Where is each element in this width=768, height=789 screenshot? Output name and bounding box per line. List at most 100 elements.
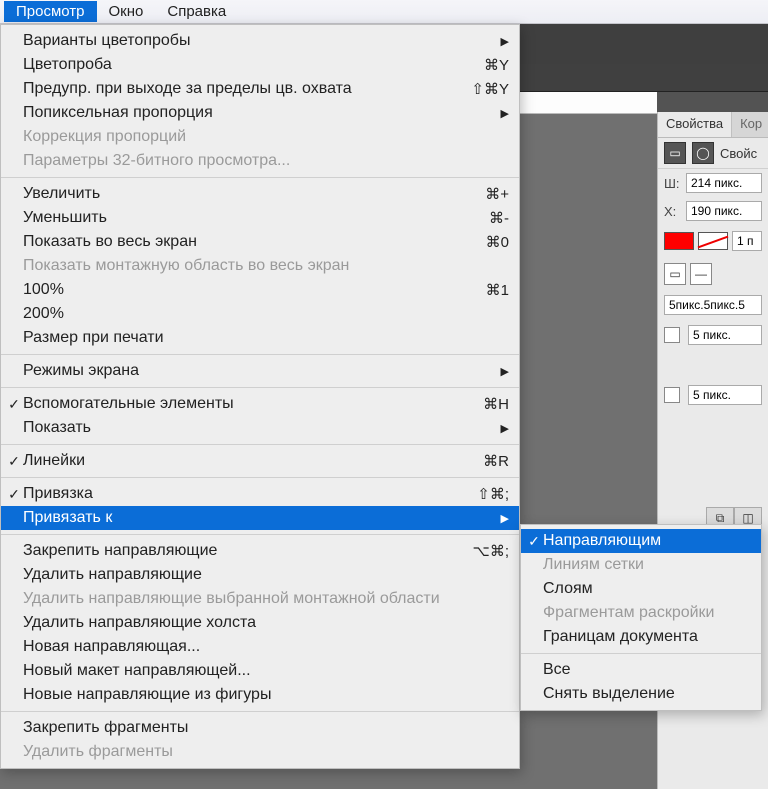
panel-title: Свойс [720,146,757,161]
shortcut: ⌘- [489,209,509,227]
dash-icon[interactable]: — [690,263,712,285]
menu-label: Удалить направляющие [23,566,509,584]
menu-label: Вспомогательные элементы [23,395,471,413]
corner-input-a[interactable] [688,325,762,345]
menu-screen-modes[interactable]: Режимы экрана▶ [1,359,519,383]
submenu-grid: Линиям сетки [521,553,761,577]
menu-clear-artboard-guides: Удалить направляющие выбранной монтажной… [1,587,519,611]
corner-checkbox-b[interactable] [664,387,680,403]
x-label: X: [664,204,682,219]
menu-label: Удалить фрагменты [23,743,509,761]
submenu-arrow-icon: ▶ [501,365,509,378]
menu-label: Все [543,661,751,679]
menu-label: Удалить направляющие выбранной монтажной… [23,590,509,608]
shortcut: ⇧⌘Y [471,80,509,98]
shortcut: ⌘0 [486,233,509,251]
menu-show[interactable]: Показать▶ [1,416,519,440]
menu-label: Фрагментам раскройки [543,604,751,622]
menu-label: Предупр. при выходе за пределы цв. охват… [23,80,459,98]
menu-200pct[interactable]: 200% [1,302,519,326]
submenu-none[interactable]: Снять выделение [521,682,761,706]
corner-checkbox-a[interactable] [664,327,680,343]
menu-zoom-out[interactable]: Уменьшить ⌘- [1,206,519,230]
menu-label: Слоям [543,580,751,598]
submenu-document-bounds[interactable]: Границам документа [521,625,761,649]
menu-label: Показать во весь экран [23,233,474,251]
menu-proof-setup[interactable]: Варианты цветопробы▶ [1,29,519,53]
submenu-arrow-icon: ▶ [501,512,509,525]
menu-32bit-preview: Параметры 32-битного просмотра... [1,149,519,173]
menu-proof-colors[interactable]: Цветопроба ⌘Y [1,53,519,77]
menu-label: Цветопроба [23,56,472,74]
menu-label: Показать [23,419,489,437]
submenu-guides[interactable]: ✓Направляющим [521,529,761,553]
menu-label: 200% [23,305,509,323]
menu-fit-screen[interactable]: Показать во весь экран ⌘0 [1,230,519,254]
menu-label: 100% [23,281,474,299]
menu-label: Попиксельная пропорция [23,104,489,122]
menu-new-guides-from-shape[interactable]: Новые направляющие из фигуры [1,683,519,707]
menu-label: Новая направляющая... [23,638,509,656]
menu-snap-to[interactable]: Привязать к ▶ [1,506,519,530]
panel-header: ▭ ◯ Свойс [658,138,768,169]
menu-gamut-warning[interactable]: Предупр. при выходе за пределы цв. охват… [1,77,519,101]
menu-100pct[interactable]: 100%⌘1 [1,278,519,302]
fill-swatch[interactable] [664,232,694,250]
submenu-layers[interactable]: Слоям [521,577,761,601]
check-icon: ✓ [5,453,23,470]
stroke-width-input[interactable] [732,231,762,251]
menubar: Просмотр Окно Справка [0,0,768,24]
menu-view[interactable]: Просмотр [4,1,97,22]
tab-corrections[interactable]: Кор [732,112,768,137]
menu-label: Закрепить фрагменты [23,719,509,737]
menu-print-size[interactable]: Размер при печати [1,326,519,350]
fill-stroke-row [658,225,768,257]
separator [521,653,761,654]
menu-help[interactable]: Справка [155,1,238,22]
separator [1,354,519,355]
menu-label: Новый макет направляющей... [23,662,509,680]
menu-lock-guides[interactable]: Закрепить направляющие⌥⌘; [1,539,519,563]
panel-tabs: Свойства Кор [658,112,768,138]
shortcut: ⌥⌘; [473,542,509,560]
menu-label: Показать монтажную область во весь экран [23,257,509,275]
menu-extras[interactable]: ✓Вспомогательные элементы⌘H [1,392,519,416]
snap-to-submenu: ✓Направляющим Линиям сетки Слоям Фрагмен… [520,524,762,711]
menu-pixel-aspect[interactable]: Попиксельная пропорция ▶ [1,101,519,125]
corner-input-b[interactable] [688,385,762,405]
menu-new-guide[interactable]: Новая направляющая... [1,635,519,659]
x-field: X: [658,197,768,225]
menu-clear-canvas-guides[interactable]: Удалить направляющие холста [1,611,519,635]
menu-new-guide-layout[interactable]: Новый макет направляющей... [1,659,519,683]
mask-icon: ◯ [692,142,714,164]
submenu-arrow-icon: ▶ [501,35,509,48]
menu-label: Увеличить [23,185,473,203]
separator [1,534,519,535]
menu-clear-guides[interactable]: Удалить направляющие [1,563,519,587]
menu-proportion-correction: Коррекция пропорций [1,125,519,149]
check-icon: ✓ [5,396,23,413]
x-input[interactable] [686,201,762,221]
check-icon: ✓ [5,486,23,503]
stroke-swatch[interactable] [698,232,728,250]
menu-window[interactable]: Окно [97,1,156,22]
menu-zoom-in[interactable]: Увеличить⌘+ [1,182,519,206]
menu-label: Коррекция пропорций [23,128,509,146]
menu-label: Границам документа [543,628,751,646]
corner-all-input[interactable] [664,295,762,315]
menu-label: Размер при печати [23,329,509,347]
shortcut: ⌘Y [484,56,509,74]
menu-label: Уменьшить [23,209,477,227]
width-input[interactable] [686,173,762,193]
menu-label: Линиям сетки [543,556,751,574]
tab-properties[interactable]: Свойства [658,112,732,137]
check-icon: ✓ [525,533,543,550]
menu-label: Привязать к [23,509,489,527]
submenu-arrow-icon: ▶ [501,107,509,120]
menu-snap[interactable]: ✓Привязка⇧⌘; [1,482,519,506]
corner-icon[interactable]: ▭ [664,263,686,285]
menu-lock-slices[interactable]: Закрепить фрагменты [1,716,519,740]
submenu-all[interactable]: Все [521,658,761,682]
menu-rulers[interactable]: ✓Линейки⌘R [1,449,519,473]
view-menu-dropdown: Варианты цветопробы▶ Цветопроба ⌘Y Предуп… [0,24,520,769]
